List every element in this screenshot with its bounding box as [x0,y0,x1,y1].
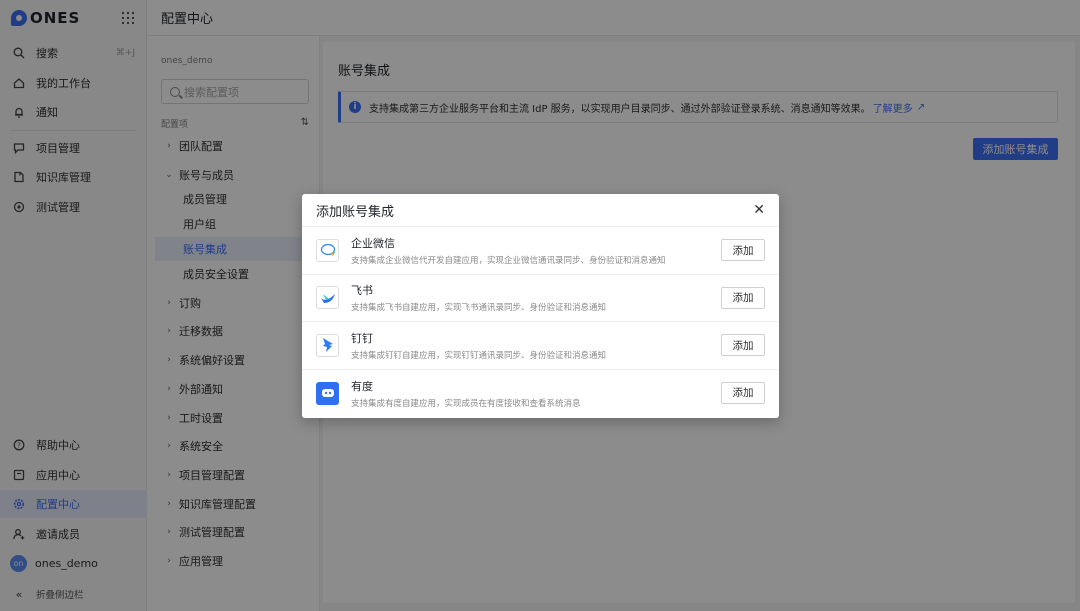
integration-name: 飞书 [351,284,373,298]
integration-name: 有度 [351,379,373,393]
close-icon[interactable]: ✕ [753,202,765,218]
integration-desc: 支持集成钉钉自建应用，实现钉钉通讯录同步、身份验证和消息通知 [351,350,607,361]
feishu-icon [316,286,339,310]
integration-desc: 支持集成有度自建应用，实现成员在有度接收和查看系统消息 [351,398,581,409]
add-dingtalk-button[interactable]: 添加 [721,334,765,356]
modal-header: 添加账号集成 ✕ [302,194,779,227]
integration-desc: 支持集成企业微信代开发自建应用，实现企业微信通讯录同步、身份验证和消息通知 [351,255,666,266]
wecom-icon [316,238,339,262]
modal-title: 添加账号集成 [316,204,395,220]
add-youdu-button[interactable]: 添加 [721,381,765,404]
integration-row-dingtalk: 钉钉 支持集成钉钉自建应用，实现钉钉通讯录同步、身份验证和消息通知 添加 [302,322,779,370]
integration-desc: 支持集成飞书自建应用，实现飞书通讯录同步、身份验证和消息通知 [351,303,607,314]
add-integration-modal: 添加账号集成 ✕ 企业微信 支持集成企业微信代开发自建应用，实现企业微信通讯录同… [302,194,779,418]
youdu-icon [316,381,339,405]
add-feishu-button[interactable]: 添加 [721,286,765,309]
integration-name: 企业微信 [351,236,395,250]
integration-row-feishu: 飞书 支持集成飞书自建应用，实现飞书通讯录同步、身份验证和消息通知 添加 [302,275,779,322]
dingtalk-icon [316,333,339,357]
add-wecom-button[interactable]: 添加 [721,239,765,261]
integration-row-wecom: 企业微信 支持集成企业微信代开发自建应用，实现企业微信通讯录同步、身份验证和消息… [302,227,779,275]
integration-row-youdu: 有度 支持集成有度自建应用，实现成员在有度接收和查看系统消息 添加 [302,370,779,418]
integration-name: 钉钉 [351,331,373,345]
